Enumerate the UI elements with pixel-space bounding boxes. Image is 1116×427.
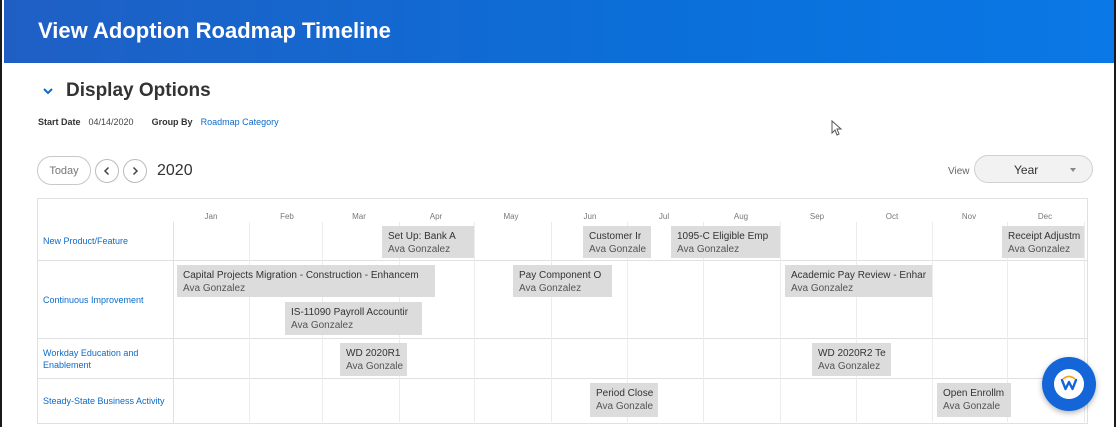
roadmap-item-owner: Ava Gonzalez xyxy=(519,283,582,294)
group-by-label: Group By xyxy=(151,117,193,127)
roadmap-item-owner: Ava Gonzalez xyxy=(818,361,881,372)
roadmap-row: Steady-State Business Activity xyxy=(37,379,1088,424)
roadmap-item-owner: Ava Gonzale xyxy=(596,401,654,412)
roadmap-item[interactable]: Customer Ir Ava Gonzale xyxy=(583,226,651,258)
roadmap-item[interactable]: 1095-C Eligible Emp Ava Gonzalez xyxy=(671,226,780,258)
roadmap-row: New Product/Feature xyxy=(37,222,1088,261)
roadmap-item[interactable]: Open Enrollm Ava Gonzale xyxy=(937,383,1011,417)
roadmap-item-title: Customer Ir xyxy=(589,231,642,242)
month-label: Aug xyxy=(733,212,749,221)
row-label-workday-education[interactable]: Workday Education and Enablement xyxy=(38,339,174,378)
roadmap-item[interactable]: WD 2020R1 Ava Gonzale xyxy=(340,343,407,376)
roadmap-item[interactable]: Receipt Adjustm Ava Gonzalez xyxy=(1002,226,1084,258)
month-label: Feb xyxy=(280,212,294,221)
grid-line xyxy=(249,222,250,422)
roadmap-item-owner: Ava Gonzalez xyxy=(291,320,354,331)
roadmap-item-title: Capital Projects Migration - Constructio… xyxy=(183,270,419,281)
grid-line xyxy=(551,222,552,422)
month-label: Dec xyxy=(1037,212,1053,221)
page-header: View Adoption Roadmap Timeline xyxy=(4,0,1114,63)
current-year: 2020 xyxy=(157,161,193,179)
roadmap-item[interactable]: Set Up: Bank A Ava Gonzalez xyxy=(382,226,474,258)
view-selected-value: Year xyxy=(1014,163,1039,177)
roadmap-item-owner: Ava Gonzalez xyxy=(183,283,246,294)
month-label: Sep xyxy=(809,212,825,221)
month-header-row: Jan Feb Mar Apr May Jun Jul Aug Sep Oct … xyxy=(37,198,1088,222)
roadmap-timeline-grid: Jan Feb Mar Apr May Jun Jul Aug Sep Oct … xyxy=(37,198,1088,424)
roadmap-item-owner: Ava Gonzale xyxy=(589,244,647,255)
grid-line xyxy=(856,222,857,422)
roadmap-item-title: WD 2020R2 Te xyxy=(818,348,886,359)
display-options-label: Display Options xyxy=(66,80,211,101)
month-label: Jun xyxy=(583,212,597,221)
grid-line xyxy=(932,222,933,422)
row-label-continuous-improvement[interactable]: Continuous Improvement xyxy=(38,261,174,338)
dropdown-arrow-icon xyxy=(1070,168,1076,172)
start-date-label: Start Date xyxy=(38,117,81,127)
month-label: May xyxy=(503,212,519,221)
chevron-down-icon xyxy=(40,83,56,99)
roadmap-item-owner: Ava Gonzale xyxy=(943,401,1001,412)
roadmap-item[interactable]: Capital Projects Migration - Constructio… xyxy=(177,265,435,297)
chevron-right-icon xyxy=(132,166,139,175)
next-button[interactable] xyxy=(123,158,147,183)
display-params: Start Date 04/14/2020 Group By Roadmap C… xyxy=(38,117,279,127)
roadmap-item-title: Receipt Adjustm xyxy=(1008,231,1081,242)
view-label: View xyxy=(948,166,970,177)
roadmap-item[interactable]: WD 2020R2 Te Ava Gonzalez xyxy=(812,343,891,376)
roadmap-item-owner: Ava Gonzalez xyxy=(791,283,854,294)
start-date-value: 04/14/2020 xyxy=(88,117,134,127)
month-label: Apr xyxy=(429,212,443,221)
mouse-cursor-icon xyxy=(831,119,843,136)
month-label: Mar xyxy=(352,212,366,221)
month-label: Nov xyxy=(961,212,977,221)
workday-assistant-icon xyxy=(1054,369,1084,399)
group-by-value[interactable]: Roadmap Category xyxy=(201,117,279,127)
roadmap-item-title: Pay Component O xyxy=(519,270,602,281)
roadmap-item-owner: Ava Gonzalez xyxy=(677,244,740,255)
grid-line xyxy=(780,222,781,422)
roadmap-item[interactable]: IS-11090 Payroll Accountir Ava Gonzalez xyxy=(285,302,422,335)
page-title: View Adoption Roadmap Timeline xyxy=(38,18,391,43)
today-button[interactable]: Today xyxy=(37,156,91,185)
roadmap-row: Workday Education and Enablement xyxy=(37,339,1088,379)
roadmap-item[interactable]: Academic Pay Review - Enhar Ava Gonzalez xyxy=(785,265,932,297)
roadmap-item-title: 1095-C Eligible Emp xyxy=(677,231,769,242)
app-frame: View Adoption Roadmap Timeline Display O… xyxy=(0,0,1116,427)
assistant-fab-button[interactable] xyxy=(1042,357,1096,411)
row-label-new-product-feature[interactable]: New Product/Feature xyxy=(38,222,174,260)
display-options-toggle[interactable]: Display Options xyxy=(40,80,211,102)
roadmap-item-owner: Ava Gonzalez xyxy=(1008,244,1071,255)
month-label: Oct xyxy=(885,212,899,221)
roadmap-item-owner: Ava Gonzale xyxy=(346,361,404,372)
timeline-toolbar: Today 2020 xyxy=(37,156,193,185)
roadmap-item[interactable]: Period Close Ava Gonzale xyxy=(590,383,658,417)
grid-line xyxy=(474,222,475,422)
roadmap-item-title: Set Up: Bank A xyxy=(388,231,456,242)
chevron-left-icon xyxy=(103,166,110,175)
roadmap-item-title: Period Close xyxy=(596,388,654,399)
roadmap-item-title: Open Enrollm xyxy=(943,388,1005,399)
month-label: Jul xyxy=(658,212,670,221)
roadmap-item-owner: Ava Gonzalez xyxy=(388,244,451,255)
roadmap-item-title: WD 2020R1 xyxy=(346,348,401,359)
row-label-steady-state[interactable]: Steady-State Business Activity xyxy=(38,379,174,423)
roadmap-item[interactable]: Pay Component O Ava Gonzalez xyxy=(513,265,612,297)
view-select[interactable]: Year xyxy=(974,155,1093,183)
previous-button[interactable] xyxy=(95,158,119,183)
month-label: Jan xyxy=(204,212,218,221)
roadmap-item-title: Academic Pay Review - Enhar xyxy=(791,270,927,281)
roadmap-item-title: IS-11090 Payroll Accountir xyxy=(291,307,409,318)
